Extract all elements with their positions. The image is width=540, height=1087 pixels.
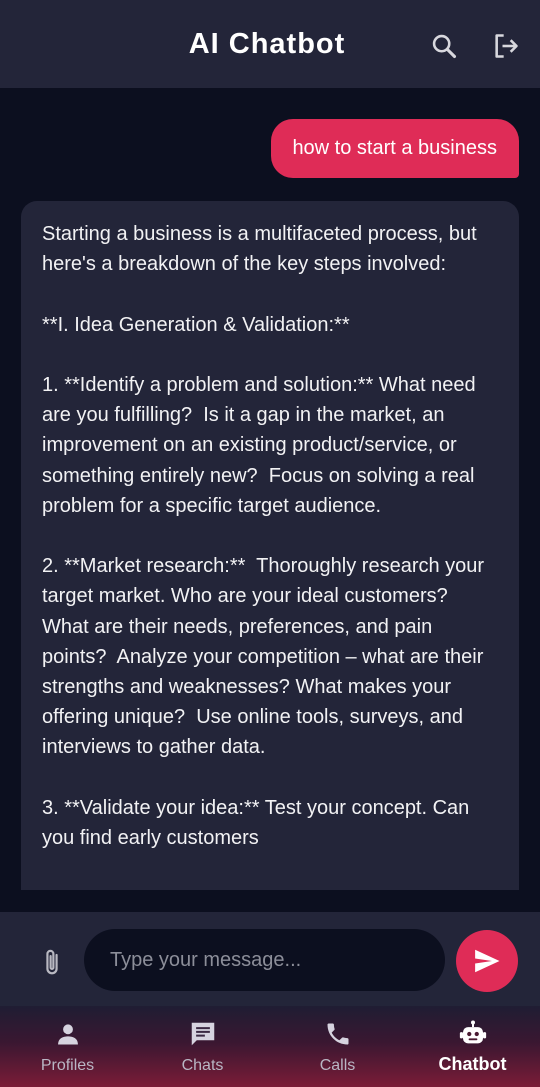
logout-icon: [495, 34, 518, 58]
message-input[interactable]: [84, 929, 445, 991]
chat-icon: [191, 1022, 214, 1046]
bot-message-text: Starting a business is a multifaceted pr…: [42, 223, 485, 850]
paperclip-icon: [46, 949, 58, 975]
bot-message-bubble: Starting a business is a multifaceted pr…: [21, 201, 519, 890]
nav-item-calls[interactable]: Calls: [270, 1006, 405, 1087]
chat-messages[interactable]: how to start a business Starting a busin…: [0, 88, 540, 890]
nav-label-profiles: Profiles: [40, 1057, 95, 1074]
person-icon: [57, 1024, 78, 1045]
send-button[interactable]: [456, 930, 518, 992]
phone-icon: [327, 1023, 348, 1045]
send-icon: [475, 949, 500, 973]
user-message-bubble: how to start a business: [271, 119, 519, 178]
bottom-navigation: Profiles Chats Calls Chatbot: [0, 1006, 540, 1087]
nav-label-chats: Chats: [181, 1057, 224, 1074]
nav-label-calls: Calls: [319, 1057, 356, 1074]
attach-button[interactable]: [38, 947, 66, 979]
app-header: AI Chatbot: [0, 0, 540, 88]
page-title: AI Chatbot: [188, 27, 346, 60]
nav-label-chatbot: Chatbot: [438, 1054, 507, 1074]
search-icon: [432, 34, 457, 59]
nav-item-chatbot[interactable]: Chatbot: [405, 1006, 540, 1087]
message-composer: [0, 912, 540, 1006]
logout-button[interactable]: [492, 32, 520, 60]
nav-item-chats[interactable]: Chats: [135, 1006, 270, 1087]
nav-item-profiles[interactable]: Profiles: [0, 1006, 135, 1087]
search-button[interactable]: [430, 32, 458, 60]
robot-icon: [459, 1020, 486, 1044]
